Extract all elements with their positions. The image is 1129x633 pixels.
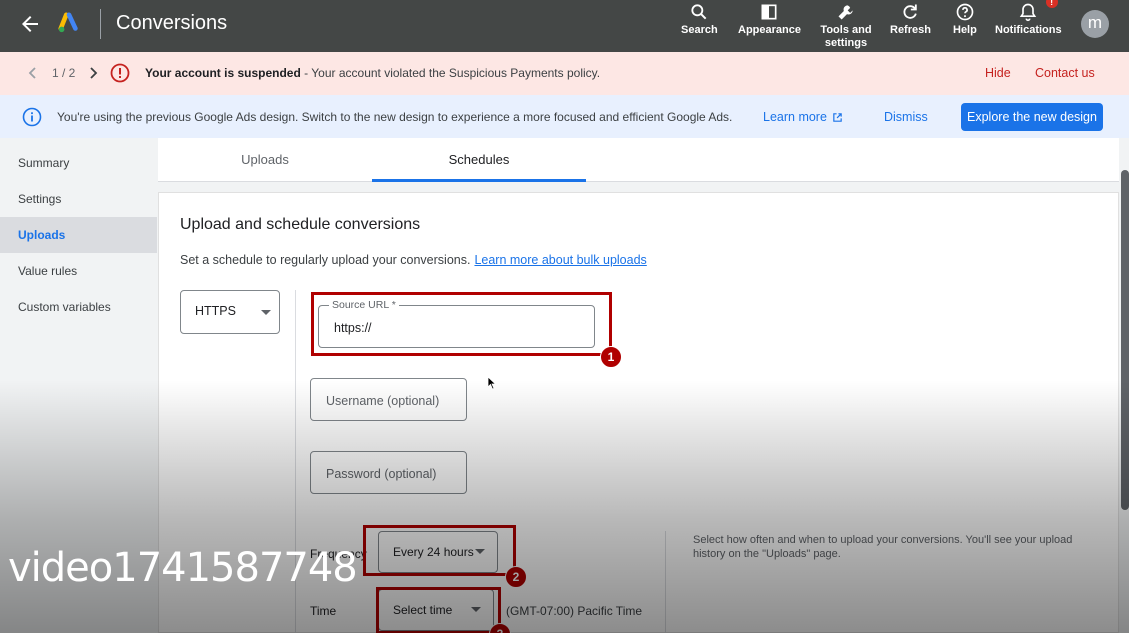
highlight-box-2 <box>363 525 516 576</box>
appearance-label: Appearance <box>738 24 801 36</box>
appearance-button[interactable]: Appearance <box>738 2 801 37</box>
frequency-help-text: Select how often and when to upload your… <box>693 534 1073 560</box>
tools-settings-label: Tools and settings <box>820 24 872 49</box>
google-ads-logo-icon <box>58 12 78 33</box>
bulk-uploads-link[interactable]: Learn more about bulk uploads <box>474 253 646 267</box>
chevron-right-icon[interactable] <box>86 65 100 81</box>
card-title: Upload and schedule conversions <box>180 216 421 233</box>
hide-link[interactable]: Hide <box>985 66 1011 80</box>
video-watermark: video1741587748 <box>8 545 358 591</box>
search-label: Search <box>681 24 718 36</box>
highlight-box-1 <box>311 292 612 356</box>
appearance-icon <box>761 4 777 20</box>
learn-more-label: Learn more <box>763 110 827 124</box>
notifications-button[interactable]: Notifications ! <box>995 0 1062 37</box>
alert-title: Your account is suspended <box>145 66 301 80</box>
notifications-label: Notifications <box>995 24 1062 36</box>
external-link-icon <box>833 112 842 122</box>
explore-new-design-button[interactable]: Explore the new design <box>961 103 1103 131</box>
sidebar-item-uploads[interactable]: Uploads <box>0 217 157 253</box>
info-message: You're using the previous Google Ads des… <box>57 110 733 124</box>
refresh-label: Refresh <box>890 24 931 36</box>
bell-icon <box>1020 3 1037 22</box>
mouse-cursor-icon <box>487 376 497 390</box>
error-icon <box>110 63 130 83</box>
refresh-icon <box>904 4 918 19</box>
tab-schedules[interactable]: Schedules <box>372 138 586 182</box>
sidebar-item-summary[interactable]: Summary <box>0 145 157 181</box>
scrollbar[interactable] <box>1121 170 1129 510</box>
password-placeholder: Password (optional) <box>326 467 437 481</box>
wrench-icon <box>838 5 853 20</box>
notification-badge: ! <box>1045 0 1058 8</box>
help-label: Help <box>953 24 977 36</box>
alert-detail: - Your account violated the Suspicious P… <box>300 66 601 80</box>
time-label: Time <box>310 604 337 618</box>
annotation-badge-2: 2 <box>505 566 527 588</box>
tools-settings-button[interactable]: Tools and settings <box>820 2 872 50</box>
page-title: Conversions <box>116 12 228 34</box>
search-button[interactable]: Search <box>681 2 718 37</box>
alert-pager: 1 / 2 <box>52 66 76 80</box>
info-banner: You're using the previous Google Ads des… <box>0 95 1129 138</box>
tab-bar: Uploads Schedules <box>158 138 1119 182</box>
dropdown-arrow-icon <box>261 310 271 315</box>
contact-us-link[interactable]: Contact us <box>1035 66 1095 80</box>
tab-uploads[interactable]: Uploads <box>158 138 372 182</box>
sidebar-item-custom-variables[interactable]: Custom variables <box>0 289 157 325</box>
username-placeholder: Username (optional) <box>326 394 440 408</box>
protocol-value: HTTPS <box>195 304 236 318</box>
search-icon <box>691 4 707 20</box>
protocol-dropdown[interactable]: HTTPS <box>180 290 280 334</box>
timezone-label: (GMT-07:00) Pacific Time <box>506 604 643 618</box>
help-icon <box>956 3 974 21</box>
sidebar-item-settings[interactable]: Settings <box>0 181 157 217</box>
description-text: Set a schedule to regularly upload your … <box>180 253 471 267</box>
annotation-badge-1: 1 <box>600 346 622 368</box>
sidebar-item-value-rules[interactable]: Value rules <box>0 253 157 289</box>
learn-more-link[interactable]: Learn more <box>763 110 843 124</box>
help-button[interactable]: Help <box>953 2 977 37</box>
dismiss-link[interactable]: Dismiss <box>884 110 928 124</box>
chevron-left-icon[interactable] <box>26 65 40 81</box>
alert-message: Your account is suspended - Your account… <box>145 66 600 80</box>
avatar[interactable]: m <box>1081 10 1109 38</box>
suspension-alert: 1 / 2 Your account is suspended - Your a… <box>0 52 1129 95</box>
info-icon <box>22 107 42 127</box>
card-description: Set a schedule to regularly upload your … <box>180 253 647 267</box>
back-arrow-icon[interactable] <box>18 12 42 36</box>
header-divider <box>100 9 101 39</box>
username-field[interactable]: Username (optional) <box>310 378 467 421</box>
password-field[interactable]: Password (optional) <box>310 451 467 494</box>
highlight-box-3 <box>376 587 501 633</box>
help-divider <box>665 531 666 633</box>
refresh-button[interactable]: Refresh <box>890 2 931 37</box>
top-bar: Conversions Search Appearance Tools and … <box>0 0 1129 52</box>
annotation-badge-3: 3 <box>489 623 511 633</box>
sidebar-list: Summary Settings Uploads Value rules Cus… <box>0 138 157 325</box>
